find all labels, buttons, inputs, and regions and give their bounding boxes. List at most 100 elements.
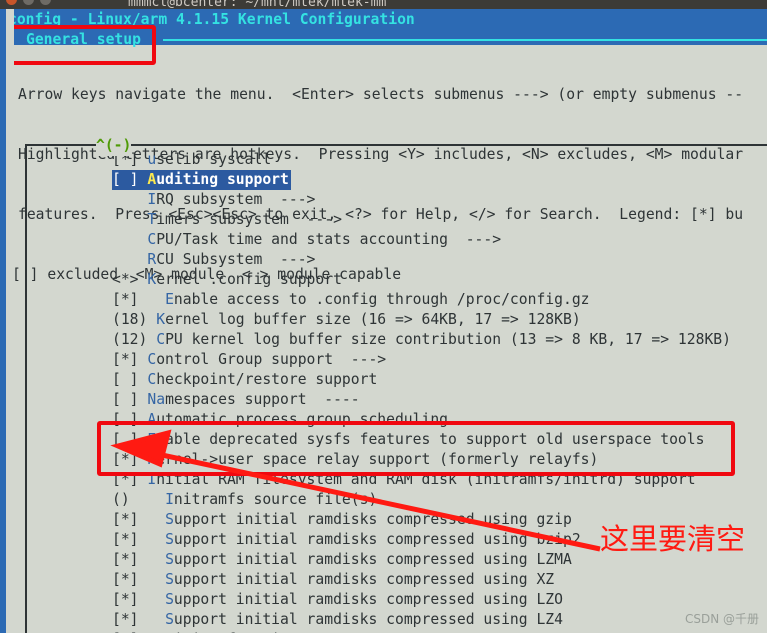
menu-item[interactable]: [ ] Enable deprecated sysfs features to … xyxy=(112,430,767,450)
menu-item-selected[interactable]: [ ] Auditing support xyxy=(112,170,291,190)
menu-item[interactable]: [ ] Namespaces support ---- xyxy=(112,390,767,410)
menu-item-state-mark: [*] xyxy=(112,351,148,368)
menu-item[interactable]: [*] uselib syscall xyxy=(112,150,767,170)
menu-item-row[interactable]: [*] Support initial ramdisks compressed … xyxy=(112,590,767,610)
menu-item-row[interactable]: IRQ subsystem ---> xyxy=(112,190,767,210)
menu-item-hotkey: S xyxy=(165,511,174,528)
menu-item-hotkey: S xyxy=(165,571,174,588)
menu-item-row[interactable]: [*] Support initial ramdisks compressed … xyxy=(112,610,767,630)
menu-item-state-mark: [*] xyxy=(112,531,166,548)
menu-item[interactable]: [ ] Auditing support xyxy=(112,170,767,190)
menu-item-state-mark: () xyxy=(112,491,166,508)
menu-item-state-mark: [*] xyxy=(112,471,148,488)
menu-item-state-mark: [*] xyxy=(112,511,166,528)
menu-item-label: upport initial ramdisks compressed using… xyxy=(173,591,563,608)
program-title: config - Linux/arm 4.1.15 Kernel Configu… xyxy=(8,11,415,28)
menu-item[interactable]: Timers subsystem ---> xyxy=(112,210,767,230)
menu-item-row[interactable]: () Initramfs source file(s) xyxy=(112,490,767,510)
menu-item-label: uditing support xyxy=(156,171,289,188)
menu-item-row[interactable]: [*] Enable access to .config through /pr… xyxy=(112,290,767,310)
menu-item-hotkey: Na xyxy=(147,391,166,408)
maximize-icon[interactable] xyxy=(40,0,51,5)
menu-item[interactable]: [*] Initial RAM filesystem and RAM disk … xyxy=(112,470,767,490)
terminal-scroll-gutter xyxy=(6,9,14,633)
close-icon[interactable] xyxy=(6,0,17,5)
menu-item-state-mark xyxy=(112,231,147,248)
menuconfig-banner: config - Linux/arm 4.1.15 Kernel Configu… xyxy=(0,9,767,48)
menu-item-label: imers subsystem ---> xyxy=(156,211,342,228)
menu-item-row[interactable]: [*] Control Group support ---> xyxy=(112,350,767,370)
menu-item-hotkey: C xyxy=(147,351,157,368)
menu-item-row[interactable]: Timers subsystem ---> xyxy=(112,210,767,230)
menu-item[interactable]: [*] Support initial ramdisks compressed … xyxy=(112,590,767,610)
terminal-scrollbar[interactable] xyxy=(0,9,6,633)
menu-item-label: ernel log buffer size (16 => 64KB, 17 =>… xyxy=(165,311,581,328)
menu-item-label: upport initial ramdisks compressed using… xyxy=(173,551,572,568)
terminal-body: config - Linux/arm 4.1.15 Kernel Configu… xyxy=(0,9,767,633)
menu-item-row[interactable]: [*] Support initial ramdisks compressed … xyxy=(112,570,767,590)
menu-item-hotkey: u xyxy=(147,151,157,168)
menu-item-row[interactable]: [*] Initial RAM filesystem and RAM disk … xyxy=(112,470,767,490)
menu-item-row[interactable]: RCU Subsystem ---> xyxy=(112,250,767,270)
menu-item-label: CU Subsystem ---> xyxy=(156,251,316,268)
menu-item-state-mark: [*] xyxy=(112,591,166,608)
menu-item[interactable]: IRQ subsystem ---> xyxy=(112,190,767,210)
menu-item-label: nitial RAM filesystem and RAM disk (init… xyxy=(156,471,696,488)
menu-item[interactable]: () Initramfs source file(s) xyxy=(112,490,767,510)
menu-item-row[interactable]: [ ] Automatic process group scheduling xyxy=(112,410,767,430)
menu-item-row[interactable]: [*] Kernel->user space relay support (fo… xyxy=(112,450,767,470)
menu-item-row[interactable]: (18) Kernel log buffer size (16 => 64KB,… xyxy=(112,310,767,330)
menu-item-label: upport initial ramdisks compressed using… xyxy=(173,611,563,628)
menu-item-hotkey: C xyxy=(156,331,166,348)
menu-item-hotkey: E xyxy=(165,291,174,308)
menu-item-row[interactable]: [ ] Enable deprecated sysfs features to … xyxy=(112,430,767,450)
menu-item[interactable]: [*] Enable access to .config through /pr… xyxy=(112,290,767,310)
menu-item-label: selib syscall xyxy=(156,151,272,168)
menu-item[interactable]: [ ] Automatic process group scheduling xyxy=(112,410,767,430)
menu-item-label: nitramfs source file(s) xyxy=(173,491,378,508)
menu-item-hotkey: S xyxy=(165,611,174,628)
menu-item-state-mark xyxy=(112,191,147,208)
menu-item-state-mark: [ ] xyxy=(112,411,148,428)
menu-item-label: utomatic process group scheduling xyxy=(156,411,449,428)
menu-item-state-mark: <*> xyxy=(112,271,148,288)
menu-item-label: ernel .config support xyxy=(156,271,342,288)
scroll-up-indicator: ^(-) xyxy=(96,136,132,156)
menu-item-label: upport initial ramdisks compressed using… xyxy=(173,511,572,528)
menu-item[interactable]: [*] Support initial ramdisks compressed … xyxy=(112,570,767,590)
menu-item[interactable]: CPU/Task time and stats accounting ---> xyxy=(112,230,767,250)
menu-item-row[interactable]: [*] uselib syscall xyxy=(112,150,767,170)
menu-item-state-mark: [ ] xyxy=(112,371,148,388)
menu-item[interactable]: [*] Control Group support ---> xyxy=(112,350,767,370)
menu-item-row[interactable]: CPU/Task time and stats accounting ---> xyxy=(112,230,767,250)
help-line: Arrow keys navigate the menu. <Enter> se… xyxy=(18,86,744,103)
menu-item-label: mespaces support ---- xyxy=(165,391,360,408)
menu-item-state-mark: (12) xyxy=(112,331,157,348)
menu-item[interactable]: [*] Kernel->user space relay support (fo… xyxy=(112,450,767,470)
menu-item[interactable]: (18) Kernel log buffer size (16 => 64KB,… xyxy=(112,310,767,330)
menu-item-state-mark: (18) xyxy=(112,311,157,328)
annotation-text-clear: 这里要清空 xyxy=(600,522,746,556)
menu-item-row[interactable]: [ ] Checkpoint/restore support xyxy=(112,370,767,390)
minimize-icon[interactable] xyxy=(23,0,34,5)
menu-item-label: RQ subsystem ---> xyxy=(156,191,316,208)
menu-item[interactable]: RCU Subsystem ---> xyxy=(112,250,767,270)
screenshot-root: mmmcl@bcenter: ~/mnt/mtek/mtek-mm config… xyxy=(0,0,767,633)
menu-item-label: heckpoint/restore support xyxy=(156,371,378,388)
menu-item-label: ernel->user space relay support (formerl… xyxy=(156,451,599,468)
menu-item-label: PU/Task time and stats accounting ---> xyxy=(156,231,502,248)
menu-item-list[interactable]: [*] uselib syscall[ ] Auditing support I… xyxy=(112,150,767,633)
menu-item-state-mark: [ ] xyxy=(112,431,148,448)
menu-item-state-mark: [ ] xyxy=(112,391,148,408)
menu-item[interactable]: <*> Kernel .config support xyxy=(112,270,767,290)
menu-item-row[interactable]: <*> Kernel .config support xyxy=(112,270,767,290)
window-controls[interactable] xyxy=(6,0,51,5)
menu-item-row[interactable]: (12) CPU kernel log buffer size contribu… xyxy=(112,330,767,350)
menu-item[interactable]: [*] Support initial ramdisks compressed … xyxy=(112,610,767,630)
menu-item-row[interactable]: [ ] Namespaces support ---- xyxy=(112,390,767,410)
menu-item[interactable]: [ ] Checkpoint/restore support xyxy=(112,370,767,390)
menu-item-state-mark: [*] xyxy=(112,451,148,468)
menu-item[interactable]: (12) CPU kernel log buffer size contribu… xyxy=(112,330,767,350)
menu-item-hotkey: C xyxy=(147,231,157,248)
menu-item-hotkey: T xyxy=(147,211,157,228)
